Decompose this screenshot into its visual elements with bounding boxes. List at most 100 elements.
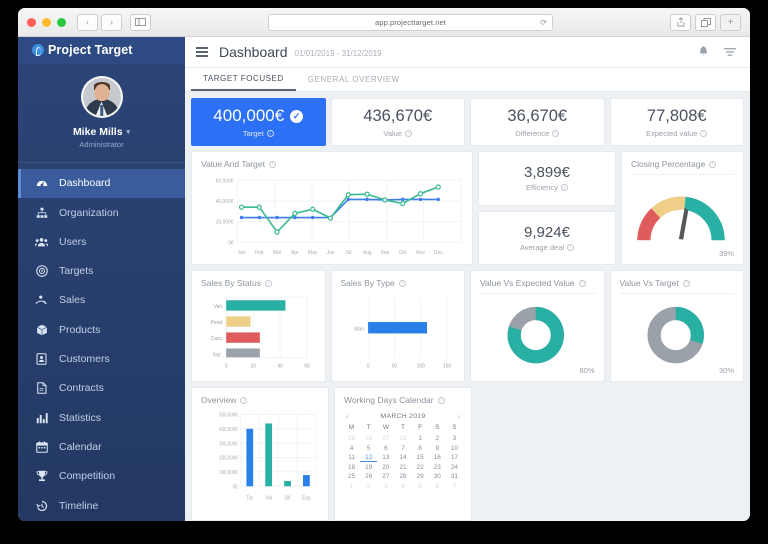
calendar-day[interactable]: 6	[429, 483, 446, 490]
info-icon[interactable]: i	[682, 279, 690, 287]
calendar-day[interactable]: 21	[394, 464, 411, 471]
calendar-day[interactable]: 7	[394, 445, 411, 452]
sidebar-item-customers[interactable]: Customers	[18, 344, 185, 373]
calendar-day[interactable]: 1	[343, 483, 360, 490]
info-icon[interactable]: i	[405, 129, 413, 137]
calendar-next-button[interactable]: ›	[457, 412, 460, 421]
calendar-day[interactable]: 5	[412, 483, 429, 490]
info-icon[interactable]: i	[578, 279, 586, 287]
sidebar-item-organization[interactable]: Organization	[18, 198, 185, 227]
notification-bell-icon[interactable]	[698, 46, 709, 58]
calendar-prev-button[interactable]: ‹	[346, 412, 349, 421]
calendar-day[interactable]: 28	[394, 435, 411, 442]
sidebar-item-sales[interactable]: Sales	[18, 286, 185, 315]
info-icon[interactable]: i	[437, 396, 445, 404]
calendar-day[interactable]: 27	[377, 435, 394, 442]
calendar-day[interactable]: 10	[446, 445, 463, 452]
calendar-day[interactable]: 20	[377, 464, 394, 471]
calendar-day[interactable]: 3	[446, 435, 463, 442]
forward-button[interactable]: ›	[101, 13, 122, 31]
calendar-day[interactable]: 15	[412, 454, 429, 462]
kpi-card-expected-value[interactable]: 77,808€ Expected value i	[609, 98, 744, 146]
kpi-card-efficiency[interactable]: 3,899€ Efficiency i	[478, 151, 616, 206]
address-bar[interactable]: app.projecttarget.net ⟳	[268, 13, 553, 31]
calendar-day[interactable]: 22	[412, 464, 429, 471]
back-button[interactable]: ‹	[77, 13, 98, 31]
share-icon[interactable]	[670, 13, 691, 31]
calendar-day[interactable]: 2	[360, 483, 377, 490]
kpi-card-difference[interactable]: 36,670€ Difference i	[470, 98, 605, 146]
chevron-down-icon[interactable]: ▾	[127, 128, 131, 136]
calendar-day[interactable]: 4	[394, 483, 411, 490]
sidebar-item-users[interactable]: Users	[18, 227, 185, 256]
reload-icon[interactable]: ⟳	[540, 18, 547, 27]
tab-target-focused[interactable]: TARGET FOCUSED	[191, 68, 296, 91]
calendar-day[interactable]: 11	[343, 454, 360, 462]
close-window-button[interactable]	[27, 17, 36, 27]
sidebar-item-calendar[interactable]: Calendar	[18, 432, 185, 461]
kpi-card-target[interactable]: 400,000€ ✓ Target i	[191, 98, 326, 146]
calendar-day[interactable]: 19	[360, 464, 377, 471]
sidebar-item-targets[interactable]: Targets	[18, 257, 185, 286]
info-icon[interactable]: i	[266, 130, 274, 137]
tab-general-overview[interactable]: GENERAL OVERVIEW	[296, 68, 412, 91]
calendar-day[interactable]: 24	[446, 464, 463, 471]
calendar-day[interactable]: 23	[429, 464, 446, 471]
calendar-day[interactable]: 9	[429, 445, 446, 452]
tabs-overview-icon[interactable]	[695, 13, 716, 31]
sidebar-item-statistics[interactable]: Statistics	[18, 403, 185, 432]
profile-name-row[interactable]: Mike Mills ▾	[73, 126, 130, 138]
calendar-day[interactable]: 16	[429, 454, 446, 462]
sidebar-item-timeline[interactable]: Timeline	[18, 491, 185, 520]
calendar-day[interactable]: 4	[343, 445, 360, 452]
info-icon[interactable]: i	[240, 396, 248, 404]
calendar-day[interactable]: 31	[446, 473, 463, 480]
info-icon[interactable]: i	[268, 160, 276, 168]
new-tab-button[interactable]: +	[720, 13, 741, 31]
kpi-card-value[interactable]: 436,670€ Value i	[330, 98, 465, 146]
user-profile[interactable]: Mike Mills ▾ Administrator	[18, 64, 185, 163]
sidebar-toggle-icon[interactable]	[130, 13, 151, 31]
calendar-day[interactable]: 13	[377, 454, 394, 462]
calendar-day[interactable]: 27	[377, 473, 394, 480]
calendar-day[interactable]: 7	[446, 483, 463, 490]
calendar-day[interactable]: 8	[412, 445, 429, 452]
app-logo[interactable]: Project Target	[18, 37, 185, 64]
maximize-window-button[interactable]	[57, 17, 66, 27]
calendar-day[interactable]: 29	[412, 473, 429, 480]
calendar-day[interactable]: 2	[429, 435, 446, 442]
calendar-day[interactable]: 25	[343, 435, 360, 442]
sidebar-item-competition[interactable]: Competition	[18, 462, 185, 491]
calendar-day[interactable]: 17	[446, 454, 463, 462]
filter-icon[interactable]	[724, 47, 736, 57]
sidebar-item-email[interactable]: Email	[18, 520, 185, 521]
info-icon[interactable]: i	[398, 279, 406, 287]
kpi-card-average-deal[interactable]: 9,924€ Average deal i	[478, 210, 616, 265]
calendar-day[interactable]: 6	[377, 445, 394, 452]
info-icon[interactable]: i	[552, 129, 560, 137]
window-controls[interactable]	[27, 17, 66, 27]
calendar-day[interactable]: 25	[343, 473, 360, 480]
calendar-day[interactable]: 1	[412, 435, 429, 442]
calendar-day[interactable]: 30	[429, 473, 446, 480]
calendar-day-today[interactable]: 12	[360, 454, 378, 462]
info-icon[interactable]: i	[709, 160, 717, 168]
svg-text:60: 60	[304, 364, 310, 370]
calendar-day[interactable]: 3	[377, 483, 394, 490]
calendar-day[interactable]: 18	[343, 464, 360, 471]
info-icon[interactable]: i	[567, 243, 575, 251]
info-icon[interactable]: i	[700, 129, 708, 137]
sidebar-item-products[interactable]: Products	[18, 315, 185, 344]
calendar-day[interactable]: 5	[360, 445, 377, 452]
calendar-day[interactable]: 26	[360, 473, 377, 480]
info-icon[interactable]: i	[265, 279, 273, 287]
calendar-day[interactable]: 26	[360, 435, 377, 442]
minimize-window-button[interactable]	[42, 17, 51, 27]
sidebar-item-contracts[interactable]: Contracts	[18, 374, 185, 403]
calendar-day[interactable]: 28	[394, 473, 411, 480]
sidebar-item-dashboard[interactable]: Dashboard	[18, 168, 185, 198]
date-range-label[interactable]: 01/01/2019 - 31/12/2019	[295, 46, 382, 58]
calendar-day[interactable]: 14	[394, 454, 411, 462]
hamburger-icon[interactable]	[196, 47, 208, 57]
info-icon[interactable]: i	[560, 184, 568, 192]
